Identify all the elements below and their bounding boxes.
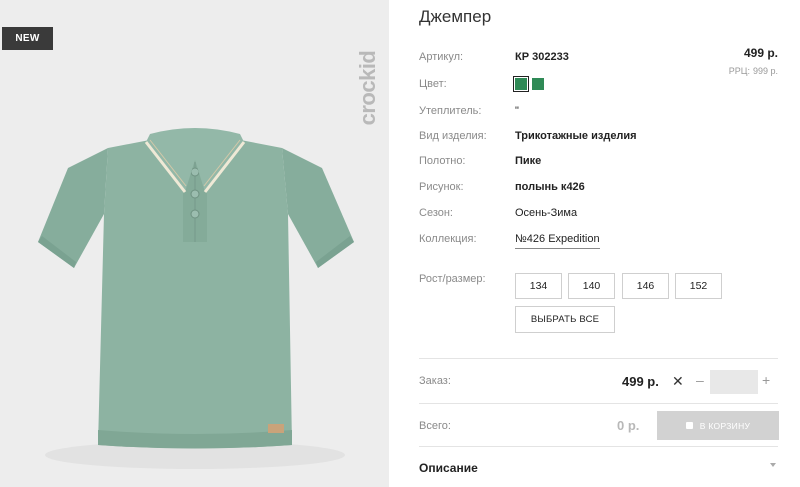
total-value: 0 р. xyxy=(617,418,640,433)
description-toggle[interactable]: Описание xyxy=(419,461,478,475)
divider xyxy=(419,358,778,359)
attr-pattern-label: Рисунок: xyxy=(419,181,464,193)
chevron-down-icon[interactable] xyxy=(770,463,776,467)
order-label: Заказ: xyxy=(419,375,451,387)
attr-pattern-value: полынь к426 xyxy=(515,181,585,193)
multiply-icon: ✕ xyxy=(672,373,684,389)
size-button-140[interactable]: 140 xyxy=(568,273,615,299)
add-to-cart-label: В КОРЗИНУ xyxy=(699,420,751,431)
increment-button[interactable]: + xyxy=(762,372,770,388)
product-title: Джемпер xyxy=(419,7,492,26)
size-button-146[interactable]: 146 xyxy=(622,273,669,299)
rrp-label: РРЦ: xyxy=(728,66,750,76)
sizes-label: Рост/размер: xyxy=(419,273,486,285)
attr-type-value: Трикотажные изделия xyxy=(515,130,637,142)
divider xyxy=(419,446,778,447)
color-swatch-selected[interactable] xyxy=(513,76,529,92)
attr-article-label: Артикул: xyxy=(419,51,464,63)
brand-logo: crockid xyxy=(355,18,380,158)
attr-type-label: Вид изделия: xyxy=(419,130,487,142)
attr-insulation-label: Утеплитель: xyxy=(419,105,482,117)
total-label: Всего: xyxy=(419,420,451,432)
attr-color-label: Цвет: xyxy=(419,78,447,90)
product-photo[interactable]: NEW crockid xyxy=(0,0,389,487)
new-badge: NEW xyxy=(2,27,53,50)
attr-fabric-value: Пике xyxy=(515,155,542,167)
attr-collection-label: Коллекция: xyxy=(419,233,477,245)
quantity-input[interactable] xyxy=(710,370,758,394)
decrement-button[interactable]: – xyxy=(696,372,704,388)
brand-logo-text: crockid xyxy=(355,50,380,126)
attr-season-label: Сезон: xyxy=(419,207,453,219)
polo-shirt-image xyxy=(0,0,389,487)
rrp-value: 999 р. xyxy=(752,66,778,76)
attr-article-value: КР 302233 xyxy=(515,51,569,63)
attr-season-value: Осень-Зима xyxy=(515,207,578,219)
add-to-cart-button[interactable]: В КОРЗИНУ xyxy=(657,411,779,440)
cart-icon xyxy=(685,422,693,429)
size-button-152[interactable]: 152 xyxy=(675,273,722,299)
color-swatch[interactable] xyxy=(532,78,544,90)
divider xyxy=(419,403,778,404)
size-button-134[interactable]: 134 xyxy=(515,273,562,299)
collection-link[interactable]: №426 Expedition xyxy=(515,231,600,249)
product-price: 499 р. xyxy=(743,46,778,60)
rrp-price: РРЦ: 999 р. xyxy=(729,66,778,76)
select-all-button[interactable]: ВЫБРАТЬ ВСЕ xyxy=(515,306,615,333)
attr-fabric-label: Полотно: xyxy=(419,155,466,167)
order-price: 499 р. xyxy=(622,374,659,389)
attr-insulation-value: " xyxy=(515,105,519,117)
